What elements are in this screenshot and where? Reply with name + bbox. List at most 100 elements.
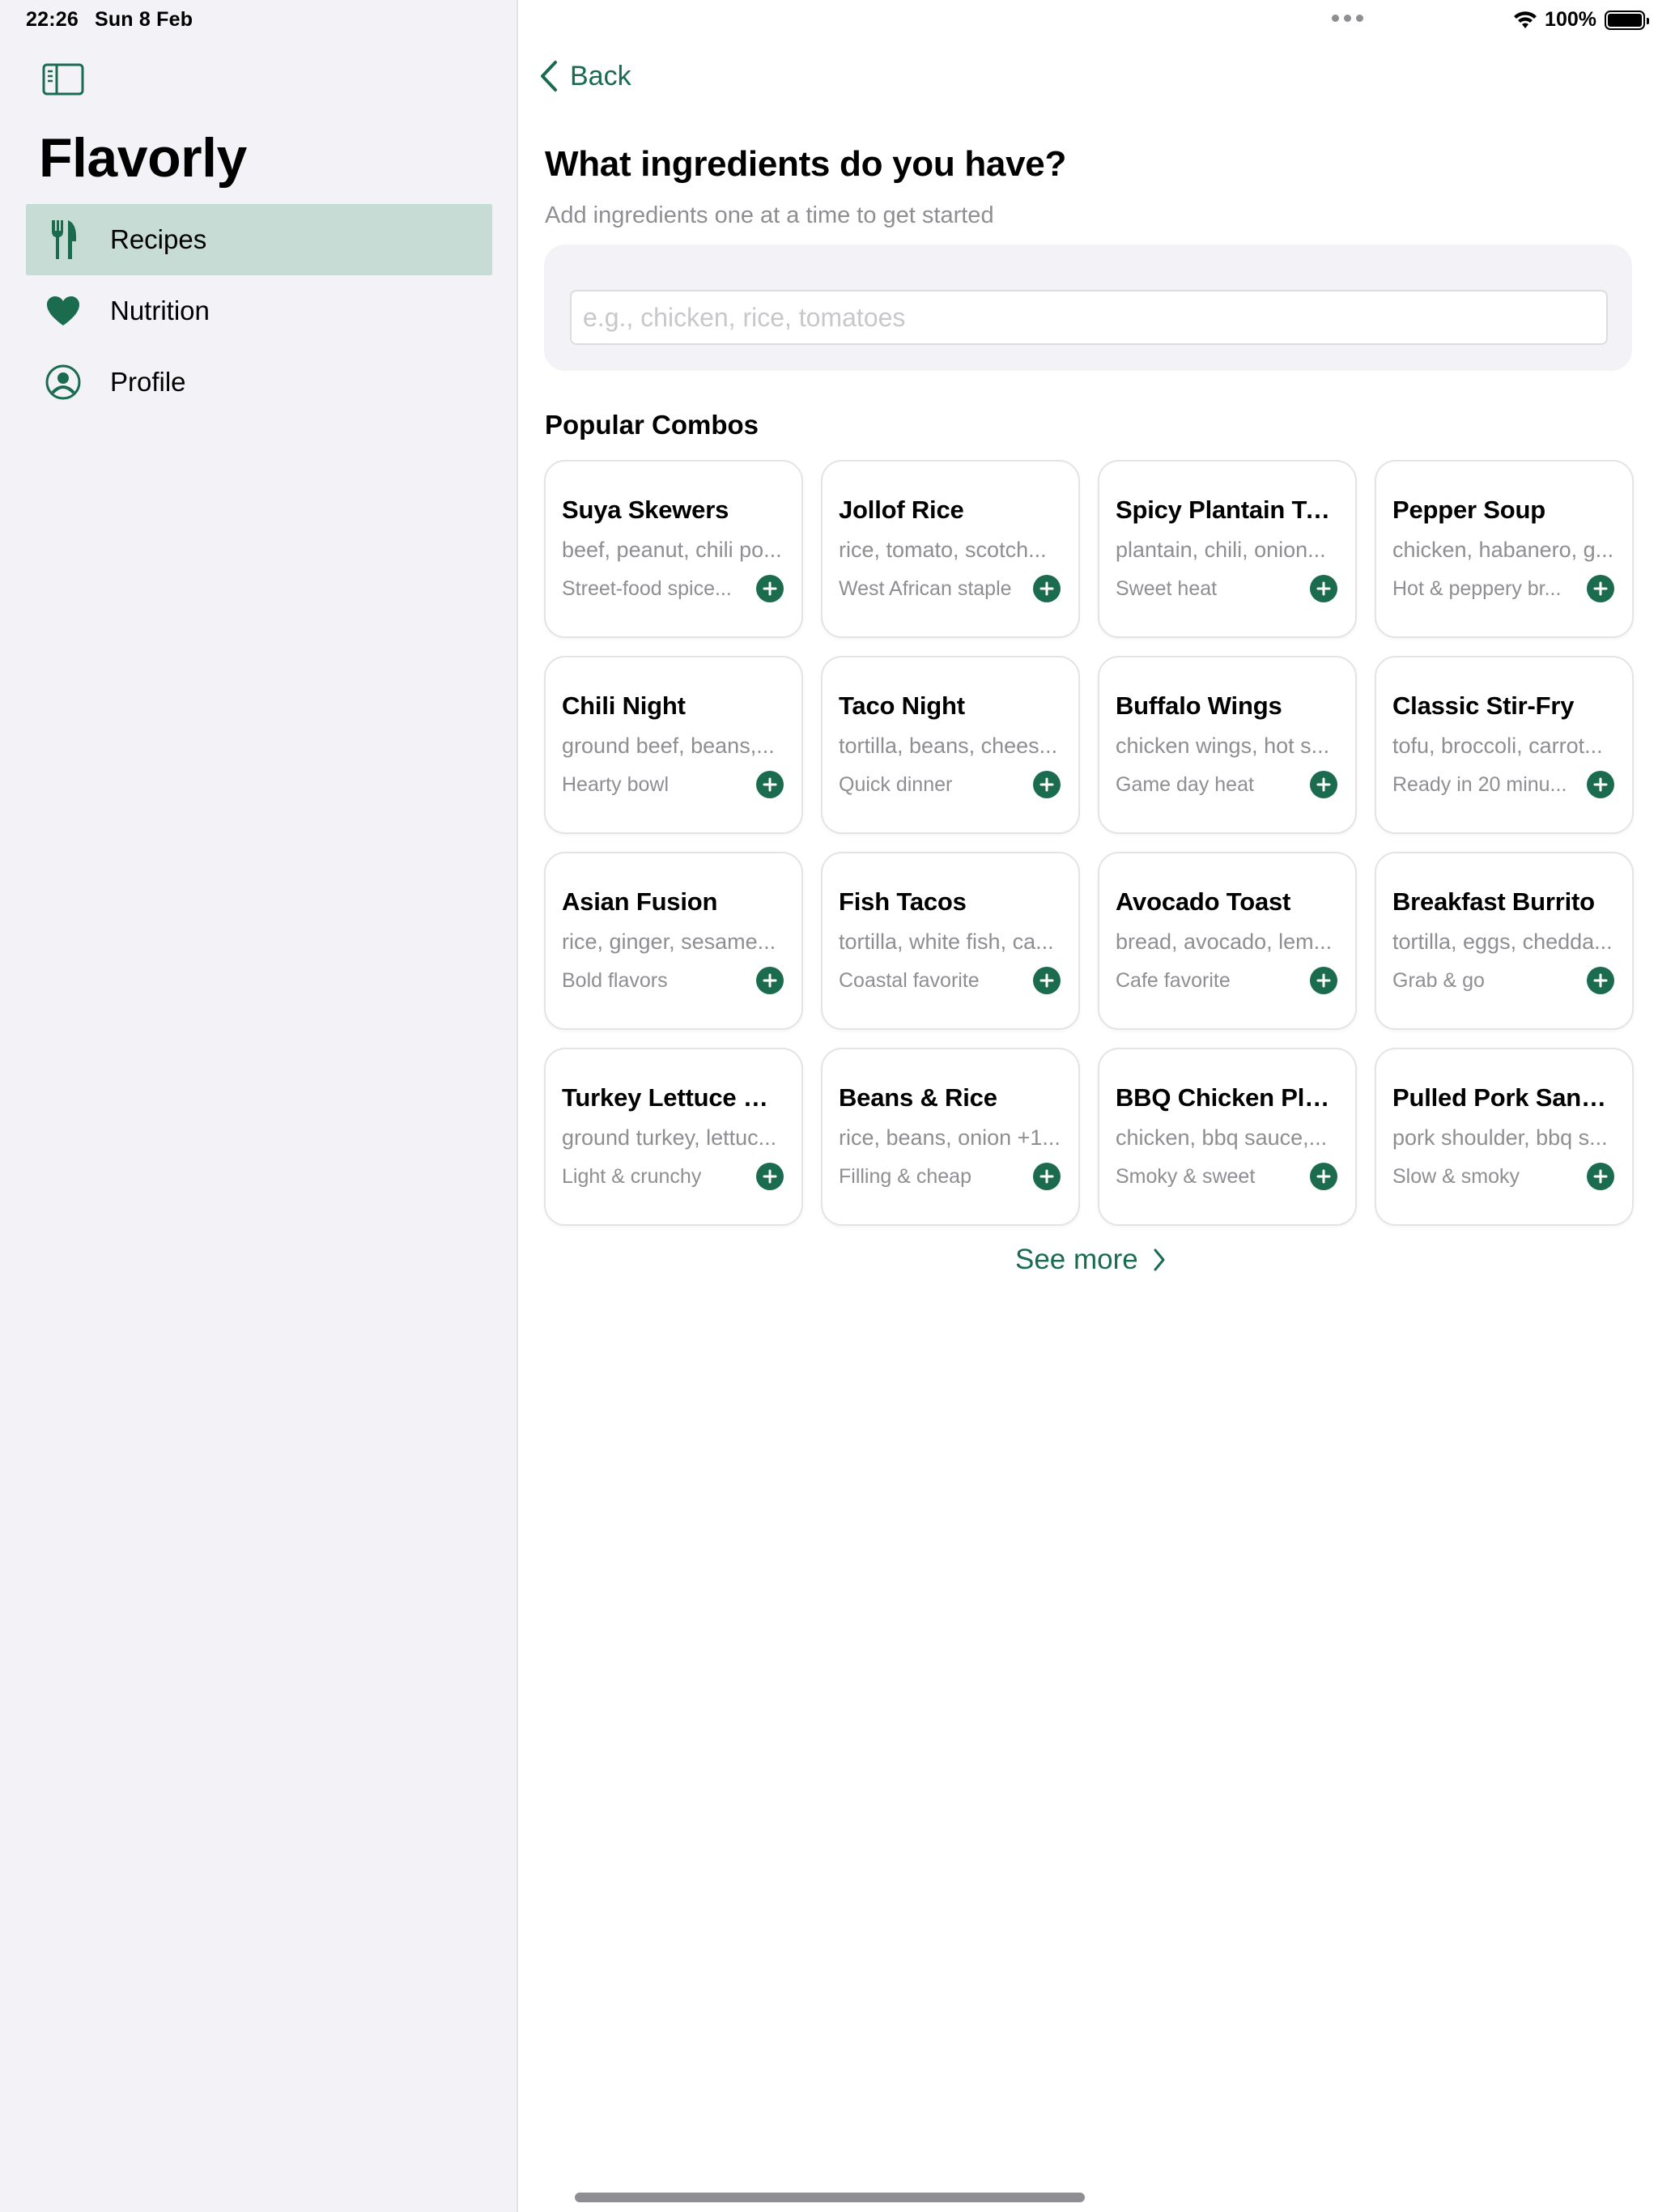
heart-icon bbox=[45, 293, 81, 329]
combo-tag: Coastal favorite bbox=[839, 969, 980, 992]
plus-icon bbox=[763, 777, 777, 792]
back-button[interactable]: Back bbox=[539, 60, 631, 92]
combo-tag: Ready in 20 minu... bbox=[1392, 773, 1567, 796]
combo-ingredients: pork shoulder, bbq s... bbox=[1392, 1125, 1608, 1150]
combo-title: Breakfast Burrito bbox=[1392, 887, 1595, 916]
add-combo-button[interactable] bbox=[756, 771, 784, 798]
sidebar-item-label: Recipes bbox=[110, 224, 207, 254]
sidebar-item-profile[interactable]: Profile bbox=[26, 347, 492, 418]
add-combo-button[interactable] bbox=[1310, 967, 1337, 994]
combo-card[interactable]: Suya Skewers beef, peanut, chili po... Str… bbox=[544, 460, 803, 638]
add-combo-button[interactable] bbox=[756, 575, 784, 602]
status-indicators: 100% bbox=[1512, 8, 1649, 32]
sidebar-nav: Recipes Nutrition Profile bbox=[26, 204, 492, 418]
combo-tag: Smoky & sweet bbox=[1116, 1165, 1256, 1188]
combo-ingredients: tortilla, white fish, ca... bbox=[839, 929, 1054, 954]
combo-card[interactable]: Classic Stir-Fry tofu, broccoli, carrot..… bbox=[1375, 656, 1634, 834]
add-combo-button[interactable] bbox=[756, 1163, 784, 1190]
sidebar: 22:26 Sun 8 Feb Flavorly Recipes Nutriti… bbox=[0, 0, 518, 2212]
combo-ingredients: beef, peanut, chili po... bbox=[562, 538, 782, 562]
combo-ingredients: bread, avocado, lem... bbox=[1116, 929, 1333, 954]
combo-tag: Grab & go bbox=[1392, 969, 1485, 992]
add-combo-button[interactable] bbox=[1587, 967, 1614, 994]
combo-tag: Slow & smoky bbox=[1392, 1165, 1520, 1188]
ingredient-input[interactable] bbox=[570, 290, 1608, 345]
combo-title: Beans & Rice bbox=[839, 1083, 997, 1112]
add-combo-button[interactable] bbox=[1033, 771, 1061, 798]
plus-icon bbox=[763, 1169, 777, 1184]
combo-tag: Light & crunchy bbox=[562, 1165, 702, 1188]
plus-icon bbox=[763, 973, 777, 988]
see-more-label: See more bbox=[1015, 1244, 1138, 1275]
combo-tag: West African staple bbox=[839, 577, 1012, 600]
status-time: 22:26 Sun 8 Feb bbox=[26, 8, 193, 32]
plus-icon bbox=[1316, 1169, 1331, 1184]
combo-tag: Filling & cheap bbox=[839, 1165, 971, 1188]
chevron-left-icon bbox=[541, 61, 557, 91]
plus-icon bbox=[1593, 1169, 1608, 1184]
person-circle-icon bbox=[45, 364, 81, 400]
combo-card[interactable]: Buffalo Wings chicken wings, hot s... Game… bbox=[1098, 656, 1357, 834]
combo-tag: Hearty bowl bbox=[562, 773, 669, 796]
add-combo-button[interactable] bbox=[1587, 771, 1614, 798]
combo-card[interactable]: BBQ Chicken Plate chicken, bbq sauce,... S… bbox=[1098, 1048, 1357, 1226]
combo-card[interactable]: Beans & Rice rice, beans, onion +1... Fill… bbox=[821, 1048, 1080, 1226]
add-combo-button[interactable] bbox=[1033, 967, 1061, 994]
combo-title: Jollof Rice bbox=[839, 496, 964, 524]
add-combo-button[interactable] bbox=[1033, 1163, 1061, 1190]
combo-ingredients: tortilla, eggs, chedda... bbox=[1392, 929, 1613, 954]
combo-title: Fish Tacos bbox=[839, 887, 967, 916]
combo-ingredients: tofu, broccoli, carrot... bbox=[1392, 734, 1603, 758]
combo-card[interactable]: Asian Fusion rice, ginger, sesame... Bold … bbox=[544, 852, 803, 1030]
combo-card[interactable]: Breakfast Burrito tortilla, eggs, chedda.… bbox=[1375, 852, 1634, 1030]
plus-icon bbox=[1039, 581, 1054, 596]
combo-ingredients: ground beef, beans,... bbox=[562, 734, 775, 758]
combo-title: Spicy Plantain Toss bbox=[1116, 496, 1339, 524]
plus-icon bbox=[1316, 581, 1331, 596]
combo-card[interactable]: Spicy Plantain Toss plantain, chili, onio… bbox=[1098, 460, 1357, 638]
combo-card[interactable]: Fish Tacos tortilla, white fish, ca... Coa… bbox=[821, 852, 1080, 1030]
plus-icon bbox=[1593, 581, 1608, 596]
add-combo-button[interactable] bbox=[1310, 575, 1337, 602]
combo-card[interactable]: Jollof Rice rice, tomato, scotch... West A… bbox=[821, 460, 1080, 638]
sidebar-item-label: Nutrition bbox=[110, 296, 210, 325]
combo-card[interactable]: Pepper Soup chicken, habanero, g... Hot & … bbox=[1375, 460, 1634, 638]
combo-card[interactable]: Turkey Lettuce W... ground turkey, lettuc… bbox=[544, 1048, 803, 1226]
multitasking-dots-icon[interactable] bbox=[1332, 15, 1363, 22]
plus-icon bbox=[1039, 1169, 1054, 1184]
add-combo-button[interactable] bbox=[756, 967, 784, 994]
combo-ingredients: rice, tomato, scotch... bbox=[839, 538, 1047, 562]
fork-knife-icon bbox=[45, 220, 81, 259]
combo-title: Taco Night bbox=[839, 691, 965, 720]
combo-ingredients: chicken, bbq sauce,... bbox=[1116, 1125, 1328, 1150]
see-more-button[interactable]: See more bbox=[1015, 1244, 1166, 1276]
combo-title: Suya Skewers bbox=[562, 496, 729, 524]
add-combo-button[interactable] bbox=[1310, 771, 1337, 798]
combo-tag: Bold flavors bbox=[562, 969, 668, 992]
section-title: Popular Combos bbox=[545, 410, 759, 440]
combo-title: Chili Night bbox=[562, 691, 686, 720]
add-combo-button[interactable] bbox=[1033, 575, 1061, 602]
page-subtitle: Add ingredients one at a time to get sta… bbox=[545, 202, 994, 228]
app-title: Flavorly bbox=[39, 127, 247, 189]
plus-icon bbox=[1593, 777, 1608, 792]
combo-tag: Hot & peppery br... bbox=[1392, 577, 1562, 600]
add-combo-button[interactable] bbox=[1587, 575, 1614, 602]
chevron-right-icon bbox=[1154, 1249, 1165, 1271]
add-combo-button[interactable] bbox=[1310, 1163, 1337, 1190]
combo-card[interactable]: Chili Night ground beef, beans,... Hearty … bbox=[544, 656, 803, 834]
add-combo-button[interactable] bbox=[1587, 1163, 1614, 1190]
combo-ingredients: tortilla, beans, chees... bbox=[839, 734, 1058, 758]
combo-ingredients: ground turkey, lettuc... bbox=[562, 1125, 777, 1150]
sidebar-item-recipes[interactable]: Recipes bbox=[26, 204, 492, 275]
sidebar-item-nutrition[interactable]: Nutrition bbox=[26, 275, 492, 347]
status-clock: 22:26 bbox=[26, 8, 79, 31]
home-indicator[interactable] bbox=[575, 2193, 1085, 2202]
combo-ingredients: rice, beans, onion +1... bbox=[839, 1125, 1061, 1150]
combo-card[interactable]: Taco Night tortilla, beans, chees... Quick… bbox=[821, 656, 1080, 834]
combo-tag: Cafe favorite bbox=[1116, 969, 1231, 992]
sidebar-toggle-icon[interactable] bbox=[42, 63, 84, 96]
combo-card[interactable]: Avocado Toast bread, avocado, lem... Cafe … bbox=[1098, 852, 1357, 1030]
plus-icon bbox=[1039, 973, 1054, 988]
combo-card[interactable]: Pulled Pork Sand... pork shoulder, bbq s.… bbox=[1375, 1048, 1634, 1226]
